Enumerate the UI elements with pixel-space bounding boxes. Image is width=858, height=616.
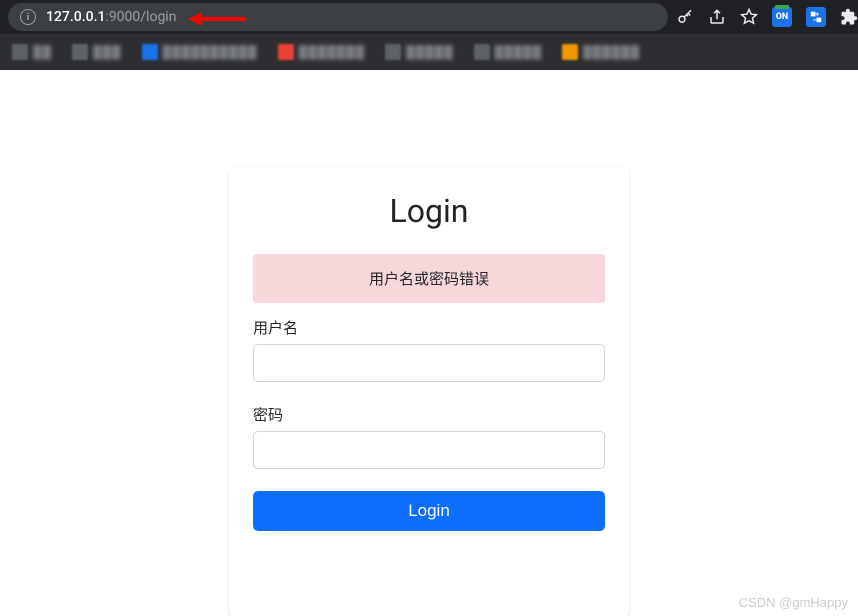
password-label: 密码 (253, 404, 605, 425)
password-key-icon[interactable] (676, 8, 694, 26)
page-content: Login 用户名或密码错误 用户名 密码 Login CSDN @gmHapp… (0, 70, 858, 616)
toolbar-icons: ON (676, 7, 858, 27)
site-icon (278, 44, 294, 60)
password-input[interactable] (253, 431, 605, 469)
extension-on-badge[interactable]: ON (772, 7, 792, 27)
bookmark-item[interactable]: █████ (470, 41, 547, 63)
bookmark-item[interactable]: ██████ (558, 41, 644, 63)
site-icon (474, 44, 490, 60)
login-card: Login 用户名或密码错误 用户名 密码 Login (229, 168, 629, 616)
extension-translate-icon[interactable] (806, 7, 826, 27)
username-label: 用户名 (253, 317, 605, 338)
bookmark-item[interactable]: ██████████ (138, 41, 262, 63)
extensions-puzzle-icon[interactable] (840, 8, 858, 26)
login-button[interactable]: Login (253, 491, 605, 531)
folder-icon (72, 44, 88, 60)
bookmark-star-icon[interactable] (740, 8, 758, 26)
bookmark-item[interactable]: ██ (8, 41, 56, 63)
bookmarks-bar: ██ ███ ██████████ ███████ █████ █████ ██… (0, 34, 858, 70)
bookmark-item[interactable]: █████ (381, 41, 458, 63)
page-title: Login (253, 192, 605, 230)
folder-icon (12, 44, 28, 60)
site-info-icon[interactable]: i (20, 9, 36, 25)
username-group: 用户名 (253, 317, 605, 382)
share-icon[interactable] (708, 8, 726, 26)
browser-address-bar: i 127.0.0.1:9000/login ON (0, 0, 858, 34)
watermark-text: CSDN @gmHappy (739, 595, 848, 610)
site-icon (385, 44, 401, 60)
bookmark-item[interactable]: ███ (68, 41, 126, 63)
username-input[interactable] (253, 344, 605, 382)
site-icon (562, 44, 578, 60)
error-alert: 用户名或密码错误 (253, 254, 605, 303)
url-path: :9000/login (105, 9, 176, 25)
bookmark-item[interactable]: ███████ (274, 41, 370, 63)
password-group: 密码 (253, 404, 605, 469)
url-bar[interactable]: i 127.0.0.1:9000/login (8, 3, 668, 31)
url-text: 127.0.0.1:9000/login (46, 9, 176, 25)
site-icon (142, 44, 158, 60)
url-host: 127.0.0.1 (46, 9, 105, 25)
